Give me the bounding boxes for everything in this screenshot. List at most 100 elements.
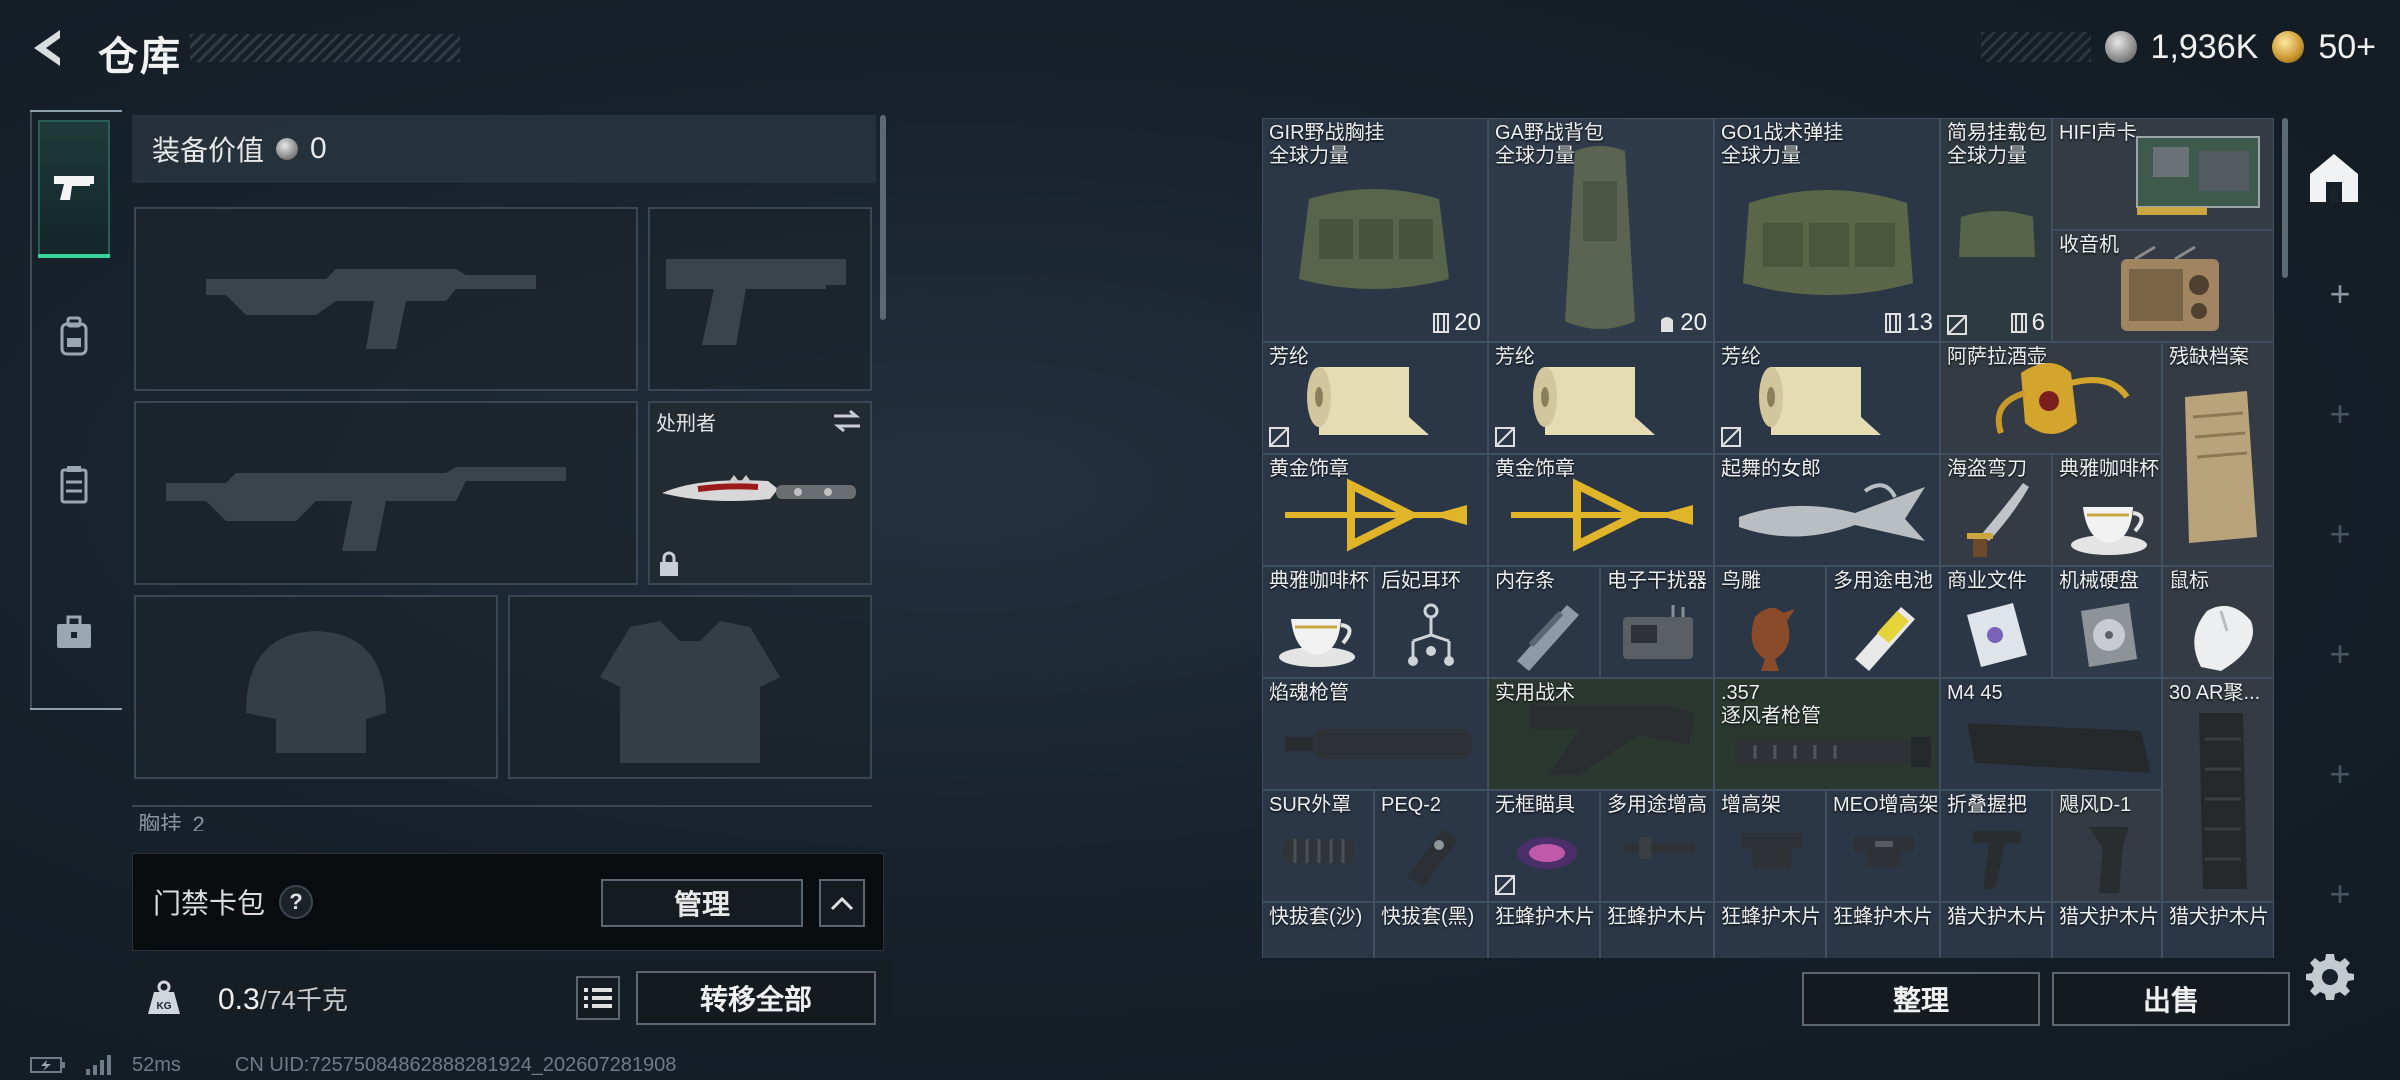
sell-button[interactable]: 出售 [2052,972,2290,1026]
warehouse-item[interactable]: 残缺档案 [2162,342,2274,566]
rig-capacity-icon [1885,313,1902,333]
warehouse-item[interactable]: 折叠握把 [1940,790,2052,902]
mouse-icon [2194,605,2253,671]
warehouse-item[interactable]: GO1战术弹挂 全球力量 13 [1714,118,1940,342]
helmet-slot[interactable] [134,595,498,779]
item-name: GO1战术弹挂 [1721,122,1844,144]
knife-icon [662,475,856,501]
item-name: 狂蜂护木片 [1607,906,1707,928]
jammer-icon [1623,605,1693,659]
manage-button[interactable]: 管理 [601,879,803,927]
warehouse-item[interactable]: 芳纶 [1262,342,1488,454]
pistol-slot[interactable] [648,207,872,391]
item-name: SUR外罩 [1269,794,1352,816]
warehouse-item[interactable]: 芳纶 [1714,342,1940,454]
warehouse-item[interactable]: 多用途增高 [1600,790,1714,902]
item-name: PEQ-2 [1381,794,1442,816]
warehouse-item[interactable]: 黄金饰章 [1488,454,1714,566]
chevron-up-icon [830,896,854,911]
warehouse-item[interactable]: 电子干扰器 [1600,566,1714,678]
warehouse-item[interactable]: 简易挂载包 全球力量 6 [1940,118,2052,342]
warehouse-item[interactable]: 黄金饰章 [1262,454,1488,566]
transfer-all-button[interactable]: 转移全部 [636,971,876,1025]
warehouse-item[interactable]: 后妃耳环 [1374,566,1488,678]
warehouse-item[interactable]: 内存条 [1488,566,1600,678]
warehouse-item[interactable]: MEO增高架 [1826,790,1940,902]
warehouse-item[interactable]: M4 45 [1940,678,2162,790]
sort-button[interactable]: 整理 [1802,972,2040,1026]
add-page-icon[interactable]: + [2326,636,2354,672]
primary-weapon-slot-1[interactable] [134,207,638,391]
item-subtitle: 逐风者枪管 [1721,705,1821,727]
add-page-icon[interactable]: + [2326,516,2354,552]
warehouse-item[interactable]: GIR野战胸挂 全球力量 20 [1262,118,1488,342]
warehouse-item[interactable]: PEQ-2 [1374,790,1488,902]
item-name: M4 45 [1947,682,2003,704]
warehouse-icon[interactable] [2306,150,2362,206]
equipment-scrollbar[interactable] [880,115,886,320]
warehouse-item[interactable]: 无框瞄具 [1488,790,1600,902]
warehouse-item[interactable]: 鼠标 [2162,566,2274,678]
item-name: 机械硬盘 [2059,570,2139,592]
item-name: 多用途增高 [1607,794,1707,816]
item-name: 简易挂载包 [1947,122,2047,144]
swap-icon[interactable] [832,409,862,433]
add-page-icon[interactable]: + [2326,876,2354,912]
no-sell-icon [1495,875,1515,895]
primary-weapon-slot-2[interactable] [134,401,638,585]
warehouse-item[interactable]: 鸟雕 [1714,566,1826,678]
warehouse-item[interactable]: 多用途电池 [1826,566,1940,678]
chest-rig-slot-peek[interactable]: 胸挂 2 [132,805,872,831]
fabric-roll-icon [1533,367,1655,435]
warehouse-item[interactable]: 起舞的女郎 [1714,454,1940,566]
warehouse-item[interactable]: 狂蜂护木片 [1488,902,1600,958]
warehouse-item[interactable]: HIFI声卡 [2052,118,2274,230]
body-armor-slot[interactable] [508,595,872,779]
item-name: 残缺档案 [2169,346,2249,368]
warehouse-item[interactable]: GA野战背包 全球力量 20 [1488,118,1714,342]
list-view-button[interactable] [576,976,620,1020]
rail-tab-vest[interactable] [38,416,110,552]
warehouse-item[interactable]: 典雅咖啡杯 [2052,454,2162,566]
add-page-icon[interactable]: + [2326,756,2354,792]
collapse-button[interactable] [819,879,865,927]
warehouse-item[interactable]: 机械硬盘 [2052,566,2162,678]
warehouse-item[interactable]: 收音机 [2052,230,2274,342]
silver-coin-icon [276,138,299,160]
rail-tab-case[interactable] [38,564,110,700]
warehouse-item[interactable]: SUR外罩 [1262,790,1374,902]
warehouse-item[interactable]: 快拔套(黑) [1374,902,1488,958]
warehouse-item[interactable]: 飓风D-1 [2052,790,2162,902]
warehouse-item[interactable]: 快拔套(沙) [1262,902,1374,958]
warehouse-item[interactable]: 海盗弯刀 [1940,454,2052,566]
gold-currency-value[interactable]: 50+ [2318,28,2376,67]
gear-icon[interactable] [2306,952,2354,1000]
warehouse-item[interactable]: 猎犬护木片 [2162,902,2274,958]
warehouse-item[interactable]: 增高架 [1714,790,1826,902]
back-arrow-icon[interactable] [26,24,74,72]
warehouse-item[interactable]: 狂蜂护木片 [1714,902,1826,958]
warehouse-item[interactable]: 阿萨拉酒壶 [1940,342,2162,454]
warehouse-item[interactable]: 实用战术 [1488,678,1714,790]
warehouse-item[interactable]: 焰魂枪管 [1262,678,1488,790]
melee-slot[interactable]: 处刑者 [648,401,872,585]
rail-tab-weapons[interactable] [38,120,110,258]
list-icon [584,988,612,1008]
warehouse-item[interactable]: 猎犬护木片 [1940,902,2052,958]
warehouse-item[interactable]: .357 逐风者枪管 [1714,678,1940,790]
riser-mount-icon [1623,837,1695,859]
rail-tab-backpack[interactable] [38,268,110,404]
warehouse-item[interactable]: 猎犬护木片 [2052,902,2162,958]
cutlass-icon [1967,483,2029,557]
warehouse-item[interactable]: 商业文件 [1940,566,2052,678]
warehouse-scrollbar[interactable] [2282,118,2288,278]
warehouse-item[interactable]: 狂蜂护木片 [1600,902,1714,958]
foregrip-icon [1973,831,2021,889]
warehouse-item[interactable]: 30 AR聚... [2162,678,2274,902]
warehouse-item[interactable]: 芳纶 [1488,342,1714,454]
warehouse-item[interactable]: 狂蜂护木片 [1826,902,1940,958]
help-icon[interactable]: ? [279,885,314,919]
add-page-icon[interactable]: + [2326,396,2354,432]
add-page-icon[interactable]: + [2326,276,2354,312]
warehouse-item[interactable]: 典雅咖啡杯 [1262,566,1374,678]
